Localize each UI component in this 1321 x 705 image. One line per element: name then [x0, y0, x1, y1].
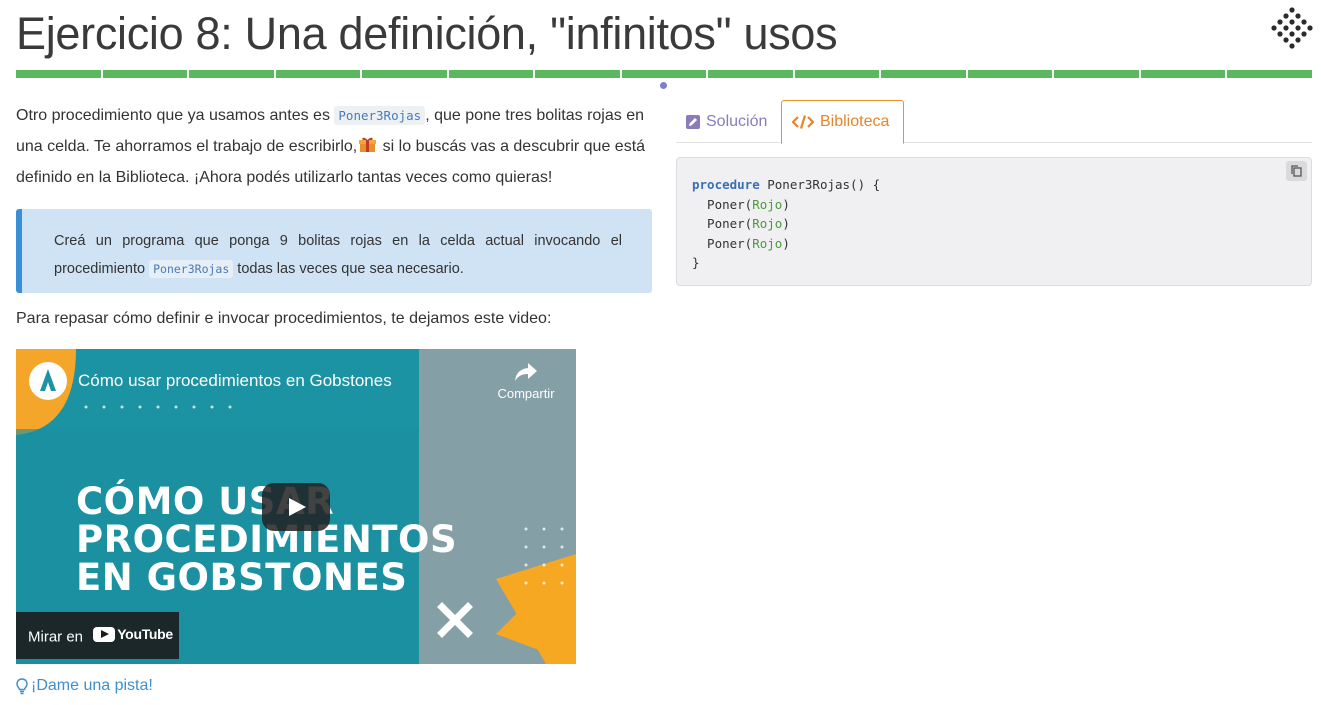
- code-argument: Rojo: [752, 216, 783, 231]
- share-label: Compartir: [497, 386, 555, 401]
- tab-library[interactable]: Biblioteca: [781, 100, 904, 144]
- video-intro-text: Para repasar cómo definir e invocar proc…: [16, 310, 552, 327]
- code-keyword: procedure: [692, 177, 760, 192]
- gift-icon: [359, 137, 377, 152]
- mumuki-logo-icon: [1271, 7, 1313, 49]
- code-line: }: [692, 253, 1311, 273]
- youtube-wordmark: YouTube: [117, 626, 173, 642]
- exercise-description: Otro procedimiento que ya usamos antes e…: [16, 100, 652, 193]
- share-button[interactable]: Compartir: [490, 363, 562, 401]
- progress-step-current[interactable]: [621, 70, 707, 78]
- code-line: Poner(Rojo): [692, 234, 1311, 254]
- headline-line: EN GOBSTONES: [76, 556, 408, 599]
- progress-step[interactable]: [1054, 70, 1139, 78]
- editor-tabs: Solución Biblioteca: [676, 100, 1312, 144]
- hint-link[interactable]: ¡Dame una pista!: [16, 677, 153, 695]
- tab-library-label: Biblioteca: [820, 113, 890, 130]
- progress-step[interactable]: [1227, 70, 1312, 78]
- code-paren: ): [782, 216, 790, 231]
- code-call: Poner(: [692, 196, 753, 212]
- tab-solution[interactable]: Solución: [676, 100, 777, 143]
- progress-step[interactable]: [275, 70, 361, 78]
- page-title: Ejercicio 8: Una definición, "infinitos"…: [16, 8, 838, 59]
- intro-paragraph: Otro procedimiento que ya usamos antes e…: [16, 100, 652, 193]
- progress-step[interactable]: [881, 70, 966, 78]
- progress-step[interactable]: [794, 70, 880, 78]
- library-code-block: procedure Poner3Rojas() { Poner(Rojo) Po…: [676, 157, 1312, 286]
- intro-text: Otro procedimiento que ya usamos antes e…: [16, 107, 335, 124]
- current-step-indicator: [660, 82, 667, 89]
- youtube-logo: YouTube: [93, 626, 173, 642]
- youtube-video-player[interactable]: Cómo usar procedimientos en Gobstones Co…: [16, 349, 576, 664]
- progress-step[interactable]: [448, 70, 534, 78]
- progress-step[interactable]: [16, 70, 101, 78]
- hint-label: ¡Dame una pista!: [31, 677, 153, 694]
- play-button[interactable]: [262, 483, 330, 531]
- task-callout: Creá un programa que ponga 9 bolitas roj…: [16, 209, 652, 293]
- code-icon: [792, 115, 814, 129]
- code-call: Poner(: [692, 235, 753, 251]
- code-brace: }: [692, 255, 700, 270]
- progress-step[interactable]: [967, 70, 1053, 78]
- inline-code: Poner3Rojas: [149, 260, 234, 278]
- exercise-progress-bar: [16, 70, 1312, 78]
- watch-on-label: Mirar en: [28, 628, 84, 646]
- share-arrow-icon: [515, 363, 537, 381]
- code-paren: ): [782, 235, 790, 251]
- progress-step[interactable]: [102, 70, 188, 78]
- progress-step[interactable]: [189, 70, 274, 78]
- progress-step[interactable]: [708, 70, 793, 78]
- code-line: Poner(Rojo): [692, 195, 1311, 215]
- code-line: procedure Poner3Rojas() {: [692, 175, 1311, 195]
- inline-code: Poner3Rojas: [334, 106, 426, 125]
- copy-button[interactable]: [1286, 161, 1307, 181]
- tab-solution-label: Solución: [706, 112, 768, 130]
- progress-step[interactable]: [535, 70, 620, 78]
- code-signature: Poner3Rojas() {: [759, 177, 881, 192]
- edit-icon: [686, 114, 700, 129]
- code-argument: Rojo: [752, 235, 783, 251]
- youtube-play-icon: [93, 626, 116, 642]
- watch-on-youtube-button[interactable]: Mirar en YouTube: [16, 612, 179, 659]
- code-call: Poner(: [692, 216, 753, 231]
- task-text: todas las veces que sea necesario.: [233, 261, 464, 277]
- copy-icon: [1291, 165, 1302, 177]
- code-argument: Rojo: [752, 196, 783, 212]
- progress-step[interactable]: [1140, 70, 1226, 78]
- lightbulb-icon: [16, 677, 28, 694]
- code-line: Poner(Rojo): [692, 214, 1311, 234]
- progress-step[interactable]: [362, 70, 447, 78]
- video-title[interactable]: Cómo usar procedimientos en Gobstones: [78, 371, 392, 391]
- code-paren: ): [782, 196, 790, 212]
